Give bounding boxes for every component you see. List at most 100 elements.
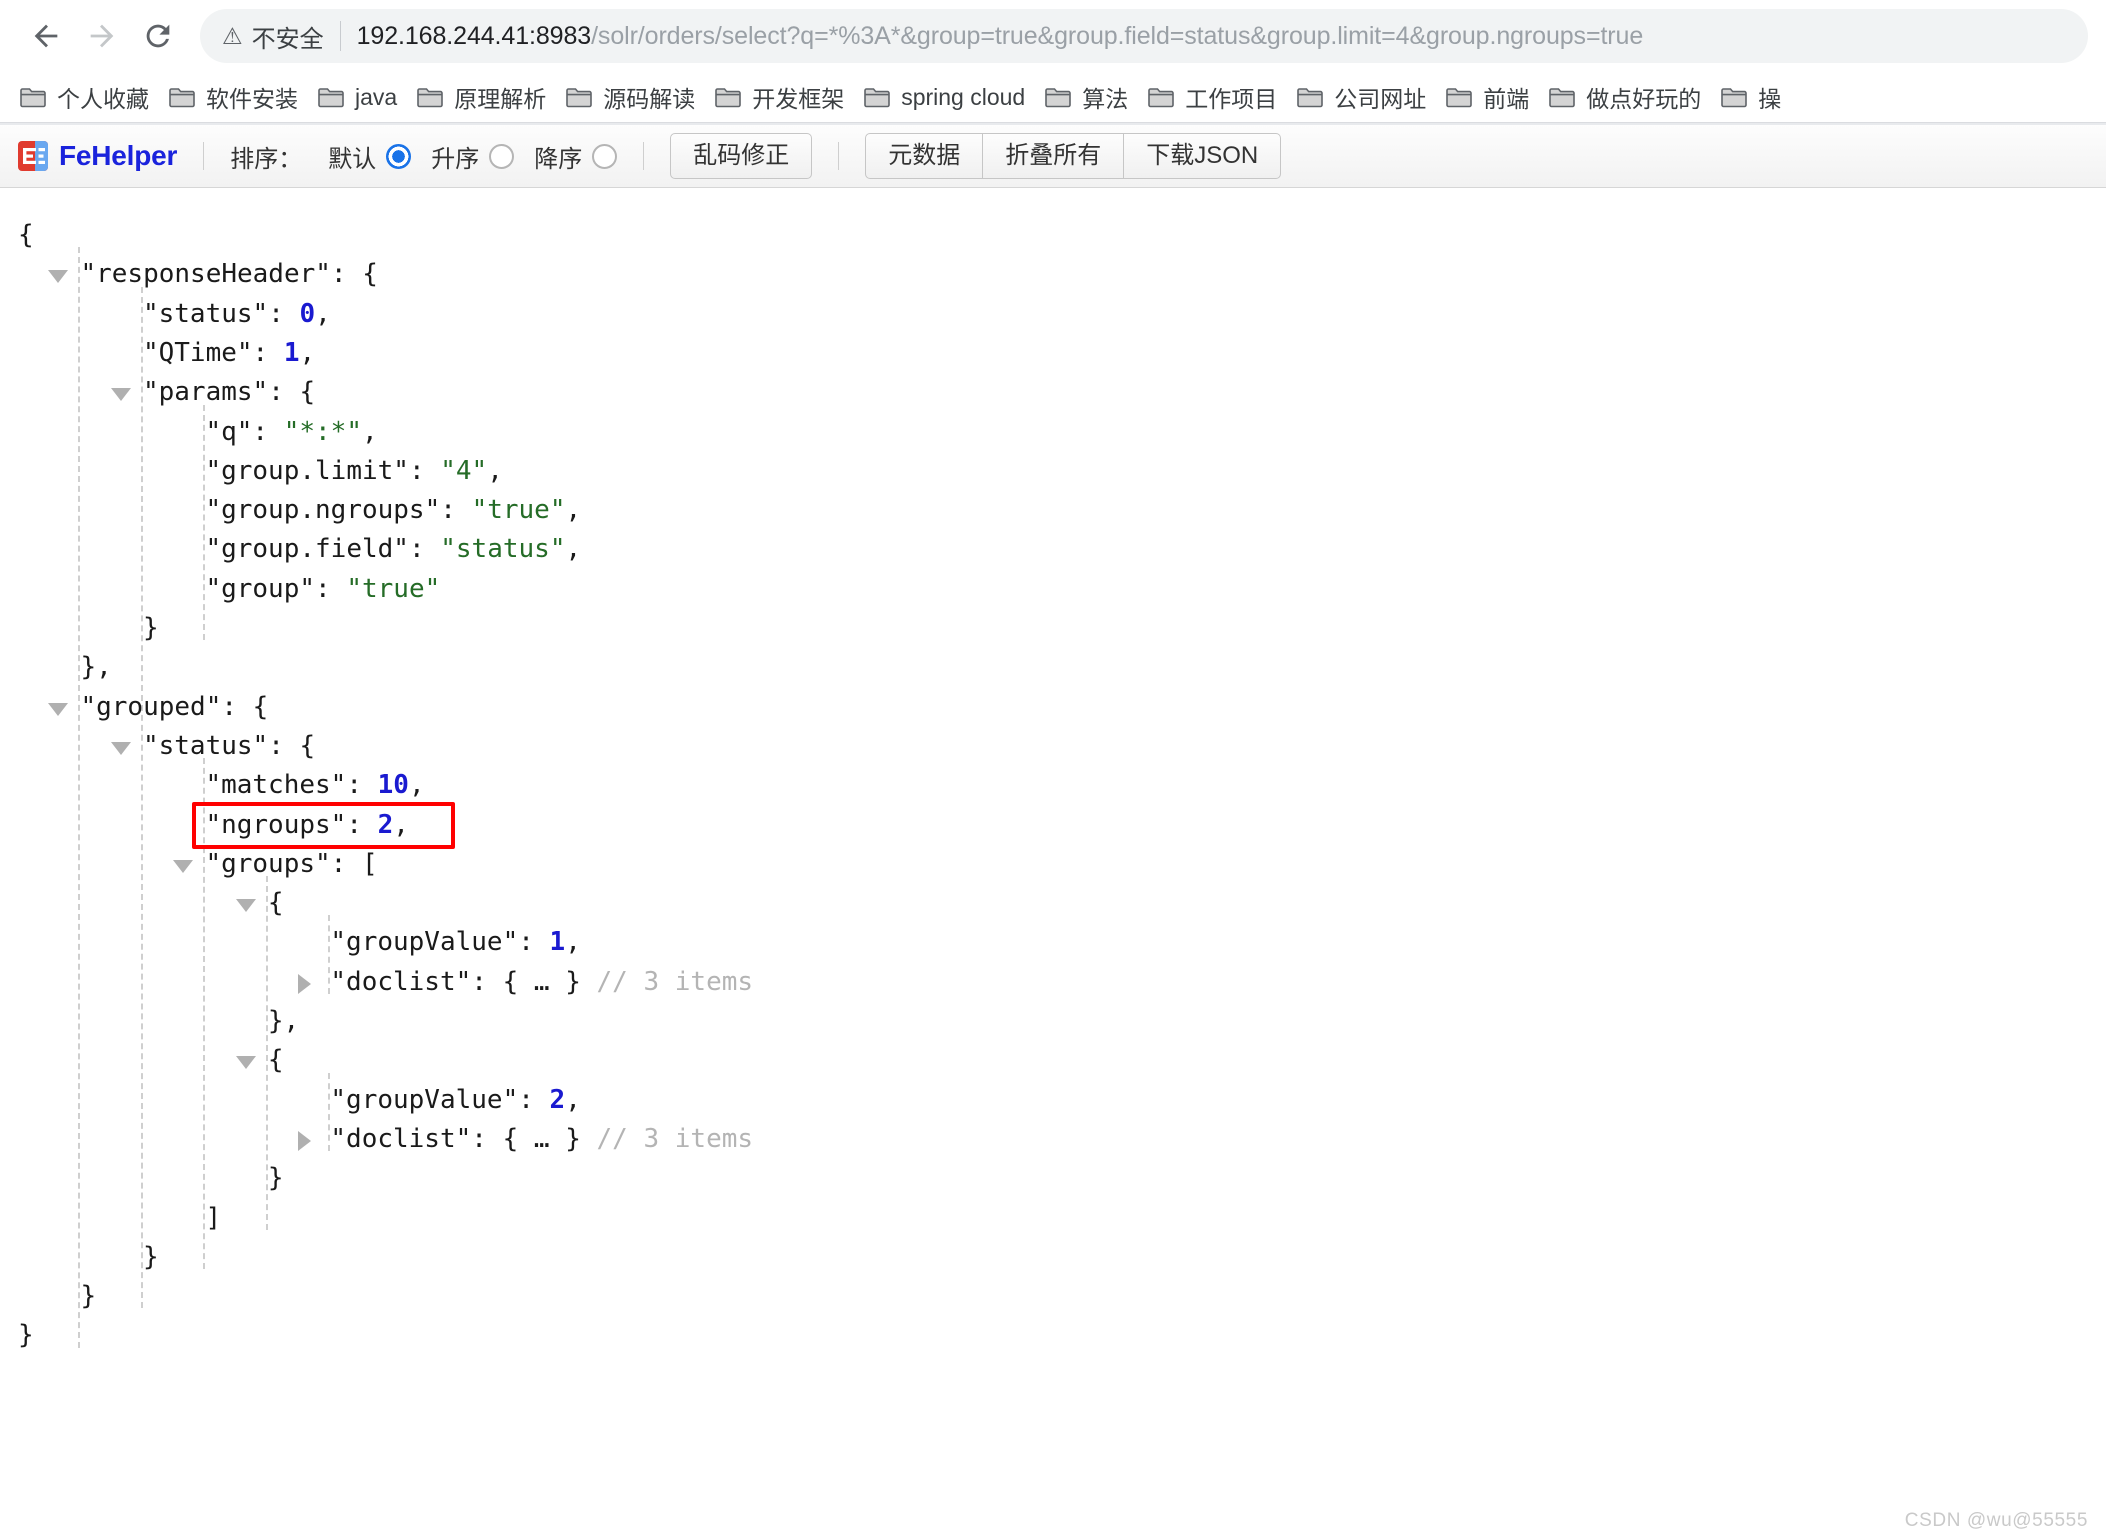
collapse-triangle-icon[interactable] (48, 702, 69, 716)
json-punc: : (346, 770, 378, 801)
collapse-triangle-icon[interactable] (173, 859, 194, 873)
json-cmt: // 3 items (596, 1123, 754, 1154)
bookmark-item[interactable]: 源码解读 (556, 75, 705, 119)
json-line: } (18, 609, 159, 648)
json-line: "group.field": "status", (18, 530, 581, 569)
collapse-triangle-icon[interactable] (235, 1056, 256, 1070)
json-line-content: "status": { (18, 727, 315, 766)
security-status-chip[interactable]: ⚠ 不安全 (222, 19, 324, 54)
bookmark-item[interactable]: 工作项目 (1138, 75, 1287, 119)
json-punc: , (565, 534, 582, 565)
toolbar-divider-1 (203, 142, 205, 170)
bookmark-label: 原理解析 (454, 86, 547, 112)
browser-nav-bar: ⚠ 不安全 192.168.244.41:8983/solr/orders/se… (0, 0, 2106, 72)
json-line: "QTime": 1, (18, 334, 315, 373)
bookmark-label: spring cloud (901, 83, 1026, 110)
bookmark-label: 源码解读 (603, 86, 696, 112)
json-line: { (18, 1041, 284, 1080)
folder-icon (318, 87, 344, 107)
bookmark-item[interactable]: 开发框架 (705, 75, 854, 119)
json-str: "*:*" (283, 416, 362, 447)
json-line-content: "params": { (18, 373, 315, 412)
bookmark-item[interactable]: 操 (1711, 75, 1791, 119)
json-punc: , (487, 455, 503, 486)
download-json-button[interactable]: 下载JSON (1124, 132, 1282, 180)
collapse-all-button[interactable]: 折叠所有 (983, 132, 1125, 180)
collapse-triangle-icon[interactable] (235, 899, 256, 913)
json-line: "doclist": { … } // 3 items (18, 1120, 753, 1159)
json-num: 2 (549, 1084, 566, 1115)
radio-button[interactable] (489, 143, 515, 169)
bookmark-item[interactable]: 公司网址 (1287, 75, 1436, 119)
json-key: "ngroups" (205, 809, 347, 840)
sort-option-0[interactable]: 默认 (328, 139, 412, 174)
sort-option-label: 降序 (534, 145, 583, 173)
json-line-content: "group.field": "status", (18, 530, 581, 569)
json-punc: } (18, 1320, 34, 1351)
fix-encoding-button[interactable]: 乱码修正 (670, 132, 813, 180)
json-key: "responseHeader" (80, 259, 331, 290)
json-str: "true" (346, 573, 441, 604)
bookmark-item[interactable]: 算法 (1035, 75, 1138, 119)
json-line-content: } (18, 1238, 159, 1277)
bookmark-item[interactable]: 软件安装 (159, 75, 308, 119)
collapse-triangle-icon[interactable] (110, 388, 131, 402)
radio-button[interactable] (386, 143, 412, 169)
json-key: "matches" (205, 770, 347, 801)
address-bar[interactable]: ⚠ 不安全 192.168.244.41:8983/solr/orders/se… (200, 9, 2088, 63)
bookmark-item[interactable]: 原理解析 (407, 75, 556, 119)
json-line-content: "group.ngroups": "true", (18, 491, 581, 530)
json-line-content: "group.limit": "4", (18, 452, 503, 491)
bookmark-item[interactable]: spring cloud (854, 79, 1035, 116)
folder-icon (417, 87, 444, 107)
json-punc: , (408, 770, 425, 801)
json-punc: : (518, 927, 550, 958)
expand-triangle-icon[interactable] (298, 973, 312, 994)
json-line-content: }, (18, 1002, 299, 1041)
folder-icon (1549, 87, 1576, 107)
json-line-content: } (18, 1277, 96, 1316)
json-line: "ngroups": 2, (18, 806, 409, 845)
folder-icon (1045, 87, 1072, 107)
sort-option-1[interactable]: 升序 (431, 139, 515, 174)
expand-triangle-icon[interactable] (298, 1130, 312, 1151)
bookmark-item[interactable]: 个人收藏 (10, 75, 159, 119)
json-key: "groupValue" (330, 1084, 519, 1115)
json-punc: : (408, 534, 441, 565)
collapse-triangle-icon[interactable] (110, 741, 131, 755)
json-num: 2 (377, 809, 394, 840)
forward-button[interactable] (74, 8, 130, 64)
bookmark-label: 做点好玩的 (1586, 86, 1702, 112)
json-str: "4" (440, 455, 488, 486)
json-line: } (18, 1159, 284, 1198)
json-line: { (18, 884, 284, 923)
reload-button[interactable] (130, 8, 186, 64)
sort-option-label: 默认 (328, 145, 377, 173)
json-line-content: } (18, 1159, 284, 1198)
bookmark-label: 工作项目 (1185, 86, 1278, 112)
collapse-triangle-icon[interactable] (48, 270, 69, 284)
json-punc: , (565, 927, 581, 958)
back-button[interactable] (18, 8, 74, 64)
json-line: "responseHeader": { (18, 255, 378, 294)
bookmark-item[interactable]: 前端 (1436, 75, 1539, 119)
browser-chrome: ⚠ 不安全 192.168.244.41:8983/solr/orders/se… (0, 0, 2106, 125)
bookmark-item[interactable]: java (308, 79, 407, 116)
metadata-button[interactable]: 元数据 (865, 132, 984, 180)
json-punc: ] (205, 1202, 222, 1233)
json-line: "groupValue": 1, (18, 923, 581, 962)
json-line: "groups": [ (18, 845, 378, 884)
reload-icon (146, 24, 170, 48)
bookmark-label: 个人收藏 (57, 86, 149, 112)
json-punc: : (346, 809, 378, 840)
json-line-content: { (18, 216, 34, 255)
json-line: ] (18, 1199, 221, 1238)
radio-button[interactable] (592, 143, 618, 169)
fehelper-brand-label: FeHelper (59, 140, 178, 171)
sort-option-2[interactable]: 降序 (534, 139, 618, 174)
json-key: "group.ngroups" (205, 495, 441, 526)
json-line-content: }, (18, 648, 111, 687)
bookmark-item[interactable]: 做点好玩的 (1539, 75, 1711, 119)
json-key: "groups" (205, 848, 331, 879)
folder-icon (20, 87, 46, 107)
